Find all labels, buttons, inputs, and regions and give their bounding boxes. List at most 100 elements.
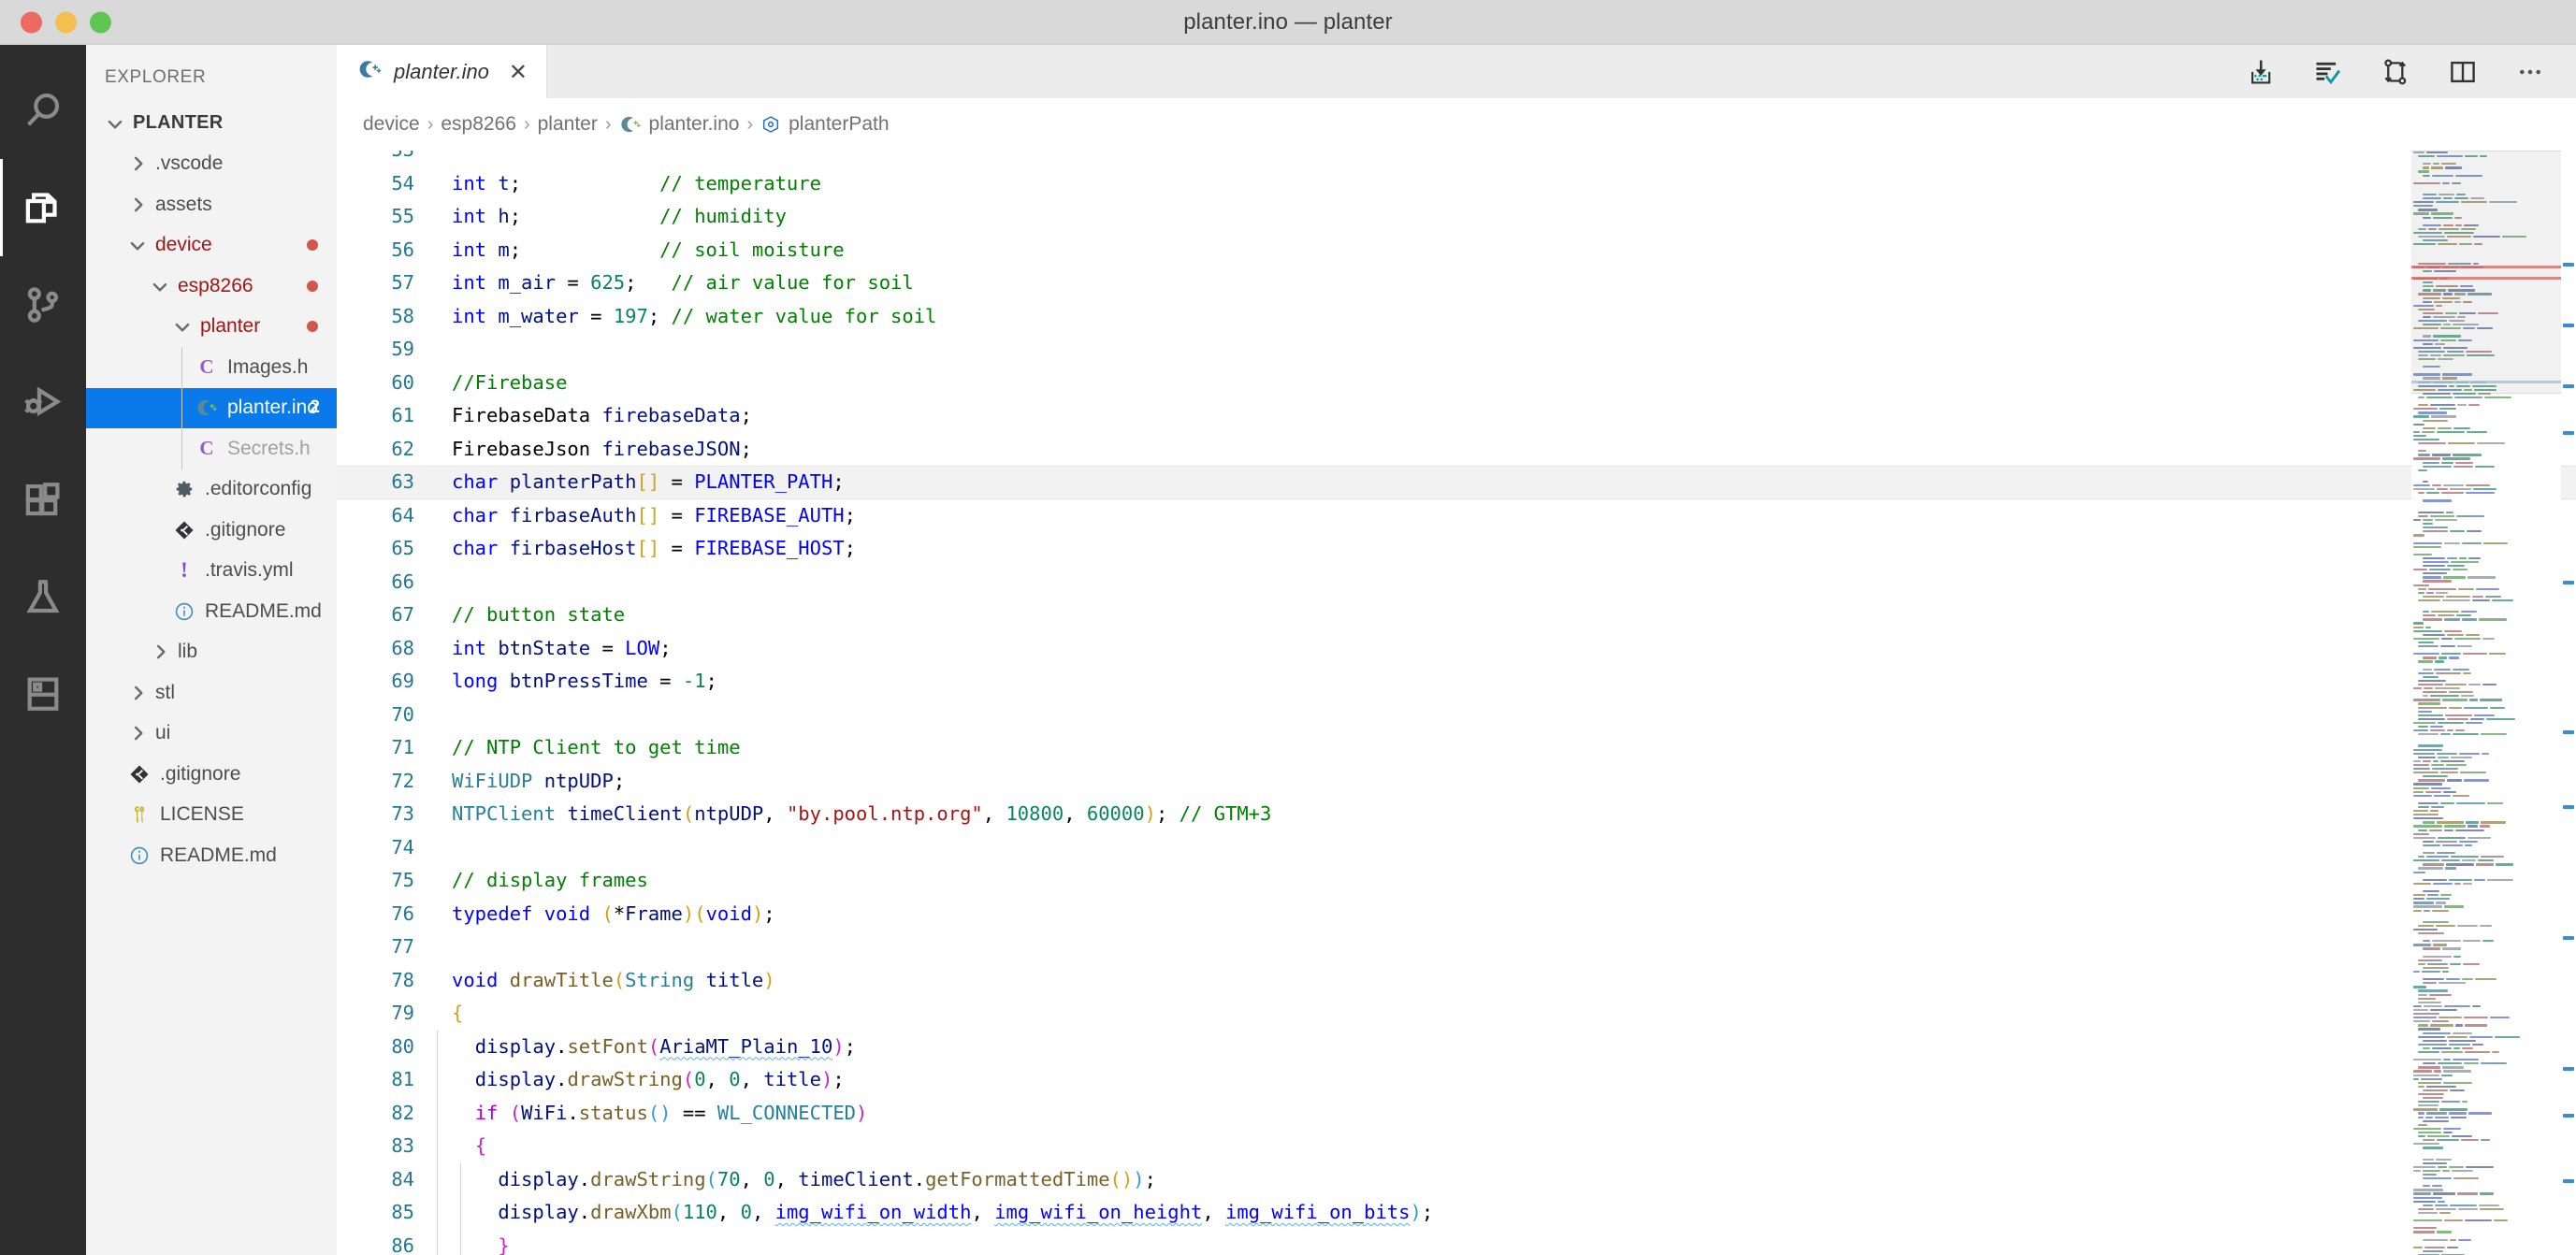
line-number: 66 xyxy=(391,570,414,593)
code-line[interactable]: 54 int t; // temperature xyxy=(337,167,2576,201)
tree-item-assets[interactable]: assets xyxy=(86,184,337,225)
tree-item-device[interactable]: device xyxy=(86,225,337,267)
tree-item-lib[interactable]: lib xyxy=(86,632,337,673)
tree-item-label: planter.ino xyxy=(227,397,318,419)
activity-explorer[interactable] xyxy=(0,159,86,256)
code-line[interactable]: 78 void drawTitle(String title) xyxy=(337,964,2576,998)
chevron-down-icon[interactable] xyxy=(127,235,148,255)
code-line[interactable]: 56 int m; // soil moisture xyxy=(337,234,2576,267)
activity-run-and-debug[interactable] xyxy=(0,353,86,451)
code-line[interactable]: 60 //Firebase xyxy=(337,367,2576,400)
code-line[interactable]: 62 FirebaseJson firebaseJSON; xyxy=(337,433,2576,467)
code-line[interactable]: 80 display.setFont(AriaMT_Plain_10); xyxy=(337,1030,2576,1063)
code-line[interactable]: 68 int btnState = LOW; xyxy=(337,632,2576,666)
code-line[interactable]: 64 char firbaseAuth[] = FIREBASE_AUTH; xyxy=(337,499,2576,533)
tree-item-travis-yml[interactable]: ! .travis.yml xyxy=(86,551,337,592)
tree-item-vscode[interactable]: .vscode xyxy=(86,144,337,185)
breadcrumb-item-planterpath[interactable]: planterPath xyxy=(757,113,892,136)
chevron-right-icon[interactable] xyxy=(150,642,170,662)
chevron-right-icon[interactable] xyxy=(127,683,148,703)
activity-source-control[interactable] xyxy=(0,256,86,353)
tree-item-images-h[interactable]: C Images.h xyxy=(86,347,337,388)
breadcrumb-item-planter-ino[interactable]: planter.ino xyxy=(615,113,744,136)
tree-item-ui[interactable]: ui xyxy=(86,714,337,755)
code-line[interactable]: 77 xyxy=(337,930,2576,964)
tree-item-planter[interactable]: planter xyxy=(86,307,337,348)
chevron-right-icon[interactable] xyxy=(127,723,148,743)
code-line[interactable]: 74 xyxy=(337,831,2576,865)
code-line[interactable]: 85 display.drawXbm(110, 0, img_wifi_on_w… xyxy=(337,1196,2576,1230)
chevron-down-icon[interactable] xyxy=(172,316,193,337)
code-line[interactable]: 73 NTPClient timeClient(ntpUDP, "by.pool.… xyxy=(337,798,2576,831)
minimize-window-button[interactable] xyxy=(55,11,77,33)
activity-testing[interactable] xyxy=(0,548,86,645)
tree-item-readme-md[interactable]: README.md xyxy=(86,591,337,632)
code-line[interactable]: 55 int h; // humidity xyxy=(337,200,2576,234)
tree-item-planter-ino[interactable]: planter.ino 2 xyxy=(86,387,337,428)
code-line[interactable]: 76 typedef void (*Frame)(void); xyxy=(337,898,2576,931)
code-token: AriaMT_Plain_10 xyxy=(659,1034,833,1058)
code-line[interactable]: 63 char planterPath[] = PLANTER_PATH; xyxy=(337,466,2576,499)
tree-item-secrets-h[interactable]: C Secrets.h xyxy=(86,428,337,469)
tree-item-gitignore[interactable]: .gitignore xyxy=(86,510,337,551)
code-line[interactable]: 65 char firbaseHost[] = FIREBASE_HOST; xyxy=(337,532,2576,566)
activity-board-manager[interactable] xyxy=(0,645,86,743)
ellipsis-icon[interactable] xyxy=(2514,56,2546,88)
code-token: display xyxy=(474,1034,557,1058)
breadcrumb-item-device[interactable]: device xyxy=(359,113,424,136)
chevron-down-icon[interactable] xyxy=(105,113,125,134)
editor-scrollbar[interactable] xyxy=(2561,151,2576,1255)
code-line[interactable]: 71 // NTP Client to get time xyxy=(337,731,2576,765)
tree-root-planter[interactable]: PLANTER xyxy=(86,103,337,144)
code-line[interactable]: 75 // display frames xyxy=(337,864,2576,898)
code-token: ; xyxy=(832,1068,845,1090)
tree-item-esp8266[interactable]: esp8266 xyxy=(86,266,337,307)
tree-item-readme-md[interactable]: README.md xyxy=(86,835,337,876)
code-line[interactable]: 81 display.drawString(0, 0, title); xyxy=(337,1063,2576,1097)
breadcrumb[interactable]: device › esp8266 › planter › planter.ino › plant… xyxy=(337,98,2576,151)
code-line[interactable]: 70 xyxy=(337,699,2576,732)
tree-item-license[interactable]: LICENSE xyxy=(86,795,337,836)
tab-planter-ino[interactable]: planter.ino ✕ xyxy=(337,45,548,98)
activity-extensions[interactable] xyxy=(0,451,86,548)
breadcrumb-item-esp8266[interactable]: esp8266 xyxy=(437,113,520,136)
compare-icon[interactable] xyxy=(2380,56,2411,88)
code-line[interactable]: 59 xyxy=(337,333,2576,367)
code-line[interactable]: 67 // button state xyxy=(337,599,2576,632)
minimap[interactable] xyxy=(2411,151,2561,1255)
code-token: ; xyxy=(509,171,522,195)
code-line[interactable]: 79 { xyxy=(337,997,2576,1031)
chevron-down-icon[interactable] xyxy=(150,276,170,296)
code-line[interactable]: 57 int m_air = 625; // air value for soil xyxy=(337,267,2576,300)
tree-item-gitignore[interactable]: .gitignore xyxy=(86,754,337,795)
minimap-viewport-slider[interactable] xyxy=(2411,151,2561,394)
code-lines[interactable]: 53 54 int t; // temperature 55 int h; // hum… xyxy=(337,151,2576,1255)
code-line[interactable]: 61 FirebaseData firebaseData; xyxy=(337,399,2576,433)
code-line[interactable]: 66 xyxy=(337,566,2576,599)
code-token: firbaseAuth xyxy=(509,503,637,527)
code-line[interactable]: 58 int m_water = 197; // water value for … xyxy=(337,300,2576,334)
activity-search[interactable] xyxy=(0,62,86,159)
close-tab-button[interactable]: ✕ xyxy=(509,61,528,83)
code-token: , xyxy=(716,1201,741,1223)
code-line[interactable]: 72 WiFiUDP ntpUDP; xyxy=(337,765,2576,799)
tree-item-editorconfig[interactable]: .editorconfig xyxy=(86,469,337,511)
code-token: m xyxy=(498,238,510,261)
upload-icon[interactable] xyxy=(2245,56,2277,88)
breadcrumb-item-planter[interactable]: planter xyxy=(534,113,601,136)
code-line[interactable]: 84 display.drawString(70, 0, timeClient.… xyxy=(337,1162,2576,1196)
file-tree[interactable]: PLANTER .vscode assets device esp8266 planter… xyxy=(86,103,337,876)
close-window-button[interactable] xyxy=(21,11,42,33)
code-line[interactable]: 86 } xyxy=(337,1229,2576,1255)
tree-item-stl[interactable]: stl xyxy=(86,672,337,714)
code-line[interactable]: 83 { xyxy=(337,1130,2576,1163)
zoom-window-button[interactable] xyxy=(90,11,111,33)
code-line[interactable]: 82 if (WiFi.status() == WL_CONNECTED) xyxy=(337,1096,2576,1130)
code-editor[interactable]: 53 54 int t; // temperature 55 int h; // hum… xyxy=(337,151,2576,1255)
chevron-right-icon[interactable] xyxy=(127,153,148,174)
verify-icon[interactable] xyxy=(2312,56,2344,88)
code-line[interactable]: 69 long btnPressTime = -1; xyxy=(337,665,2576,699)
chevron-right-icon[interactable] xyxy=(127,195,148,215)
split-editor-icon[interactable] xyxy=(2447,56,2479,88)
code-line[interactable]: 53 xyxy=(337,151,2576,167)
